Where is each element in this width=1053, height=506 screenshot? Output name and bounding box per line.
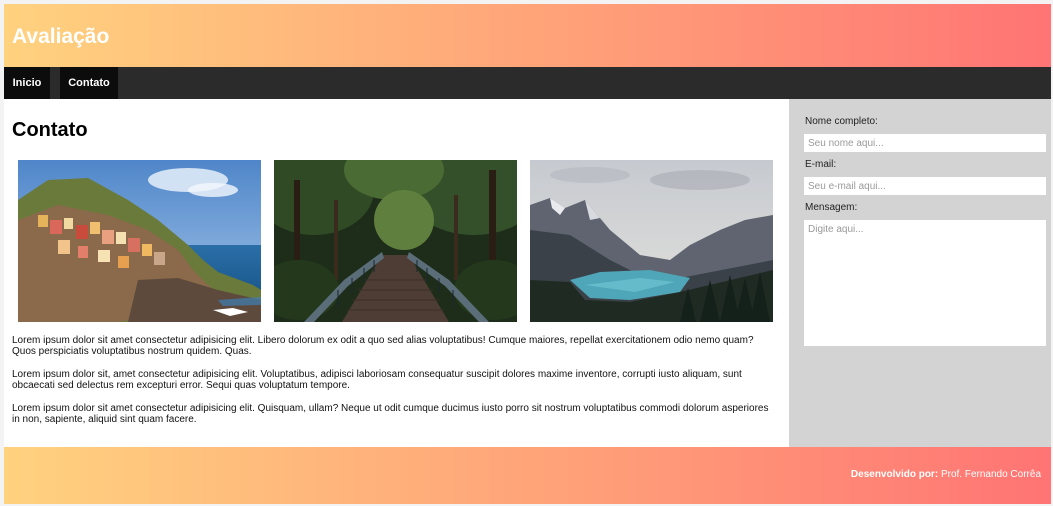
coastal-village-image: [18, 160, 261, 322]
page-title: Contato: [12, 119, 88, 141]
name-input[interactable]: [804, 134, 1046, 152]
paragraph-1: Lorem ipsum dolor sit amet consectetur a…: [12, 335, 754, 357]
contact-form-sidebar: Nome completo: E-mail: Mensagem:: [789, 99, 1051, 447]
footer-credit: Desenvolvido por: Prof. Fernando Corrêa: [851, 469, 1041, 480]
site-header: Avaliação: [4, 4, 1051, 67]
paragraph-2: Lorem ipsum dolor sit, amet consectetur …: [12, 369, 742, 391]
main-content: Contato Lorem ipsum dolor sit amet conse…: [4, 99, 789, 447]
mountain-lake-image: [530, 160, 773, 322]
nav-item-contato[interactable]: Contato: [60, 67, 118, 99]
paragraph-3: Lorem ipsum dolor sit amet consectetur a…: [12, 403, 769, 425]
credit-author: Prof. Fernando Corrêa: [938, 469, 1041, 480]
message-label: Mensagem:: [805, 202, 858, 213]
email-input[interactable]: [804, 177, 1046, 195]
message-textarea[interactable]: [804, 220, 1046, 346]
email-label: E-mail:: [805, 159, 837, 170]
credit-prefix: Desenvolvido por:: [850, 469, 939, 480]
forest-bridge-image: [274, 160, 517, 322]
site-footer: Desenvolvido por: Prof. Fernando Corrêa: [4, 447, 1051, 504]
site-title: Avaliação: [12, 25, 110, 48]
name-label: Nome completo:: [805, 116, 878, 127]
nav-bar: Inicio Contato: [4, 67, 1051, 99]
page: Avaliação Inicio Contato Contato Lorem i…: [4, 4, 1051, 504]
nav-item-inicio[interactable]: Inicio: [4, 67, 50, 99]
